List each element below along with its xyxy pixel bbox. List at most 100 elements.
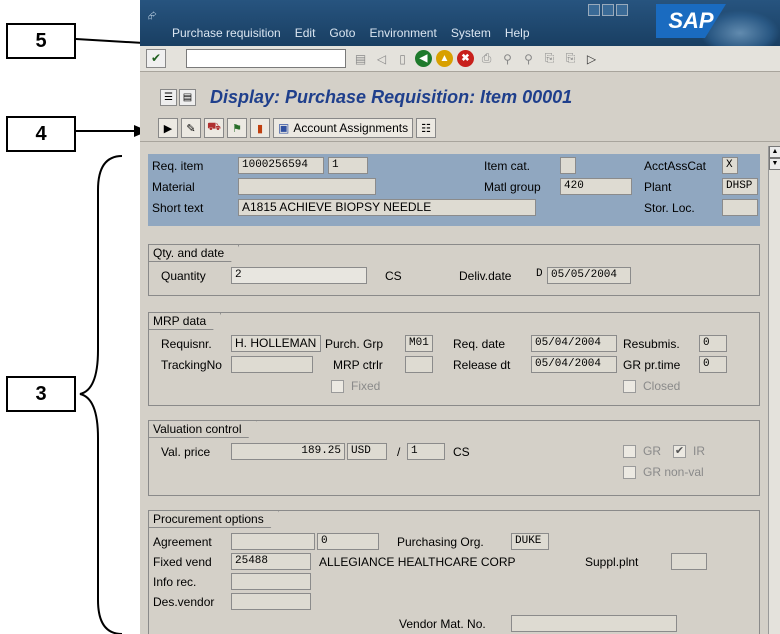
cancel-icon[interactable]: ✖ (457, 50, 474, 67)
enter-button[interactable]: ✔ (146, 49, 166, 68)
other-document-icon[interactable]: ☰ (160, 89, 177, 106)
exit-icon[interactable]: ▲ (436, 50, 453, 67)
info-rec-field[interactable] (231, 573, 311, 590)
minimize-button[interactable] (588, 4, 600, 16)
fixed-checkbox[interactable] (331, 380, 344, 393)
valuation-group: Valuation control Val. price 189.25 USD … (148, 420, 760, 496)
menu-goto[interactable]: Goto (329, 26, 355, 40)
agreement-item-field[interactable]: 0 (317, 533, 379, 550)
suppl-plnt-field[interactable] (671, 553, 707, 570)
material-field[interactable] (238, 178, 376, 195)
save-disk-icon[interactable]: ▯ (394, 50, 411, 67)
val-price-field[interactable]: 189.25 (231, 443, 345, 460)
callout-5: 5 (6, 23, 76, 59)
mrp-ctrlr-field[interactable] (405, 356, 433, 373)
acctasscat-field[interactable]: X (722, 157, 738, 174)
item-cat-field[interactable] (560, 157, 576, 174)
fixed-vend-field[interactable]: 25488 (231, 553, 311, 570)
system-menu-icon[interactable]: ⮳ (148, 10, 157, 23)
truck-icon[interactable]: ⛟ (204, 118, 224, 138)
release-field[interactable]: 05/04/2004 (531, 356, 617, 373)
fixed-vend-name: ALLEGIANCE HEALTHCARE CORP (319, 555, 516, 569)
new-session-icon[interactable]: ▷ (583, 50, 600, 67)
des-vendor-field[interactable] (231, 593, 311, 610)
brace (79, 155, 123, 634)
callout-4-label: 4 (35, 122, 47, 145)
app-tools: ▶ ✎ ⛟ ⚑ ▮ ▣ Account Assignments ☷ (158, 118, 437, 138)
requisnr-field[interactable]: H. HOLLEMAN (231, 335, 321, 352)
per-field[interactable]: 1 (407, 443, 445, 460)
header-area: Req. item 1000256594 1 Item cat. AcctAss… (148, 154, 760, 226)
purch-grp-field[interactable]: M01 (405, 335, 433, 352)
valuation-title: Valuation control (149, 421, 257, 438)
ir-checkbox[interactable]: ✔ (673, 445, 686, 458)
currency-field[interactable]: USD (347, 443, 387, 460)
menu-system[interactable]: System (451, 26, 491, 40)
procurement-group: Procurement options Agreement 0 Purchasi… (148, 510, 760, 634)
back-icon[interactable]: ◀ (415, 50, 432, 67)
edit-pencil-icon[interactable]: ✎ (181, 118, 201, 138)
porg-label: Purchasing Org. (397, 535, 484, 549)
find-icon[interactable]: ⚲ (499, 50, 516, 67)
maximize-button[interactable] (602, 4, 614, 16)
mrp-ctrlr-label: MRP ctrlr (333, 358, 383, 372)
separator-icon: ◁ (376, 51, 387, 66)
qty-date-title: Qty. and date (149, 245, 239, 262)
matl-group-label: Matl group (484, 180, 541, 194)
req-item-number-field[interactable]: 1 (328, 157, 368, 174)
last-page-icon[interactable]: ⎘ (562, 50, 579, 67)
scroll-up-icon[interactable]: ▲ (769, 146, 780, 158)
chart-icon[interactable]: ▮ (250, 118, 270, 138)
find-next-icon[interactable]: ⚲ (520, 50, 537, 67)
suppl-plnt-label: Suppl.plnt (585, 555, 639, 569)
val-price-label: Val. price (161, 445, 211, 459)
account-assignments-button[interactable]: ▣ Account Assignments (273, 118, 414, 138)
vendor-mat-field[interactable] (511, 615, 677, 632)
short-text-field[interactable]: A1815 ACHIEVE BIOPSY NEEDLE (238, 199, 536, 216)
deliv-date-type-field[interactable]: D (533, 267, 547, 284)
menu-environment[interactable]: Environment (369, 26, 436, 40)
release-label: Release dt (453, 358, 511, 372)
first-page-icon[interactable]: ⎘ (541, 50, 558, 67)
close-window-button[interactable] (616, 4, 628, 16)
play-icon[interactable]: ▶ (158, 118, 178, 138)
approve-icon[interactable]: ⚑ (227, 118, 247, 138)
document-icon[interactable]: ▤ (179, 89, 196, 106)
agreement-field[interactable] (231, 533, 315, 550)
command-field[interactable] (186, 49, 346, 68)
menu-help[interactable]: Help (505, 26, 530, 40)
gr-non-val-label: GR non-val (643, 465, 704, 479)
save-icon[interactable]: ▤ (352, 50, 369, 67)
gr-checkbox[interactable] (623, 445, 636, 458)
vertical-scrollbar[interactable]: ▲ ▼ (768, 146, 780, 634)
gr-non-val-checkbox[interactable] (623, 466, 636, 479)
req-date-label: Req. date (453, 337, 506, 351)
req-date-field[interactable]: 05/04/2004 (531, 335, 617, 352)
callout-5-label: 5 (35, 29, 47, 52)
req-item-field[interactable]: 1000256594 (238, 157, 324, 174)
scroll-down-icon[interactable]: ▼ (769, 158, 780, 170)
resubmis-field[interactable]: 0 (699, 335, 727, 352)
mrp-data-title: MRP data (149, 313, 221, 330)
deliv-date-field[interactable]: 05/05/2004 (547, 267, 631, 284)
menu-edit[interactable]: Edit (295, 26, 316, 40)
menu-purchase-requisition[interactable]: Purchase requisition (172, 26, 281, 40)
title-icons: ☰ ▤ (160, 89, 196, 106)
account-assignments-icon: ▣ (278, 121, 290, 135)
ir-label: IR (693, 444, 705, 458)
tracking-field[interactable] (231, 356, 313, 373)
stor-loc-field[interactable] (722, 199, 758, 216)
deliv-date-label: Deliv.date (459, 269, 512, 283)
title-bar: ☰ ▤ Display: Purchase Requisition: Item … (140, 84, 780, 112)
hierarchy-icon[interactable]: ☷ (416, 118, 437, 138)
matl-group-field[interactable]: 420 (560, 178, 632, 195)
porg-field[interactable]: DUKE (511, 533, 549, 550)
plant-field[interactable]: DHSP (722, 178, 758, 195)
callout-4-arrow (76, 130, 136, 132)
print-icon[interactable]: ⎙ (478, 50, 495, 67)
valuation-unit: CS (453, 445, 470, 459)
gr-pr-time-field[interactable]: 0 (699, 356, 727, 373)
quantity-field[interactable]: 2 (231, 267, 367, 284)
closed-checkbox[interactable] (623, 380, 636, 393)
fixed-label: Fixed (351, 379, 381, 393)
